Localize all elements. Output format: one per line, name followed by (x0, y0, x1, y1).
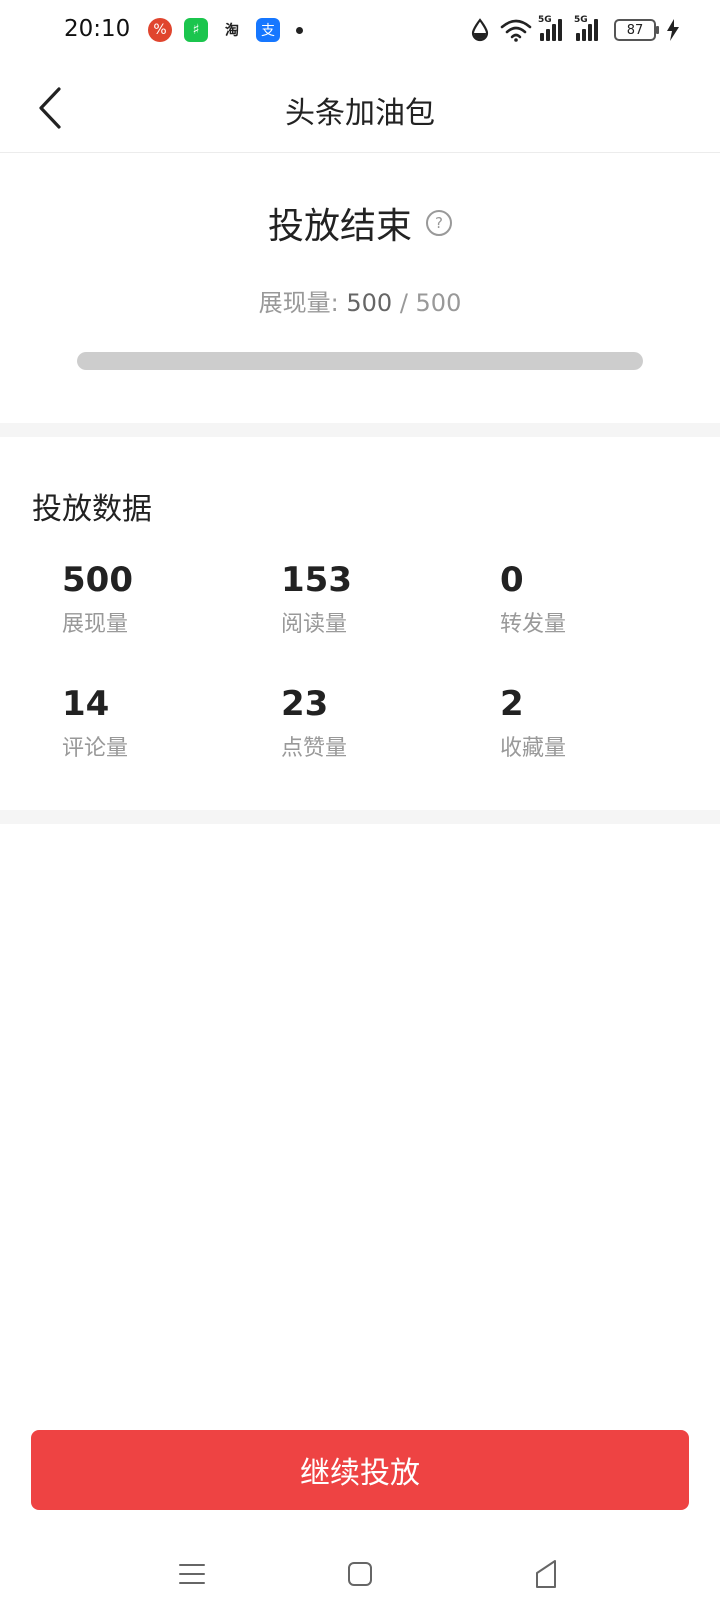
stat-value: 2 (500, 684, 524, 724)
page-title: 头条加油包 (285, 96, 435, 131)
stat-value: 500 (62, 560, 133, 600)
impressions-progress-bar (77, 352, 643, 370)
stat-item: 14 评论量 (62, 684, 262, 762)
nav-header: 头条加油包 (0, 64, 720, 153)
battery-indicator: 87 (614, 19, 659, 41)
wechat-pay-icon: ♯ (184, 18, 208, 42)
stat-value: 0 (500, 560, 524, 600)
stat-label: 转发量 (500, 612, 567, 637)
stat-value: 23 (281, 684, 329, 724)
menu-icon (179, 1564, 205, 1584)
menu-button[interactable] (172, 1554, 212, 1594)
home-button[interactable] (340, 1554, 380, 1594)
continue-delivery-button[interactable]: 继续投放 (31, 1430, 689, 1510)
data-saver-icon (471, 18, 489, 42)
wifi-icon (500, 19, 532, 42)
system-nav-bar (0, 1540, 720, 1612)
impressions-total: 500 (415, 289, 462, 317)
stat-label: 点赞量 (281, 736, 348, 761)
stat-value: 14 (62, 684, 110, 724)
status-time: 20:10 (64, 16, 131, 42)
progress-fill (77, 352, 643, 370)
home-icon (348, 1562, 372, 1586)
stat-item: 153 阅读量 (281, 560, 481, 638)
alipay-icon: 支 (256, 18, 280, 42)
stat-label: 阅读量 (281, 612, 348, 637)
stat-label: 评论量 (62, 736, 129, 761)
charging-icon (667, 19, 679, 41)
stat-item: 0 转发量 (500, 560, 700, 638)
stat-item: 2 收藏量 (500, 684, 700, 762)
back-triangle-icon (536, 1560, 556, 1588)
status-right: 5G 5G 87 (470, 15, 680, 42)
taobao-icon: 淘 (220, 18, 244, 42)
stat-item: 500 展现量 (62, 560, 262, 638)
impressions-progress-text: 展现量: 500 / 500 (258, 289, 462, 317)
delivery-summary: 投放结束 ? 展现量: 500 / 500 (0, 153, 720, 423)
stat-value: 153 (281, 560, 352, 600)
help-icon[interactable]: ? (426, 210, 452, 236)
stat-label: 展现量 (62, 612, 129, 637)
signal-icon-1: 5G (538, 15, 564, 41)
signal-icon-2: 5G (574, 15, 600, 41)
stats-title: 投放数据 (32, 492, 152, 527)
more-notifications-dot (296, 26, 303, 34)
status-title-row: 投放结束 ? (0, 197, 720, 249)
status-bar: 20:10 % ♯ 淘 支 5G 5G 87 (0, 0, 720, 64)
delivery-stats: 投放数据 500 展现量 153 阅读量 0 转发量 14 评论量 23 点赞量… (0, 438, 720, 810)
stat-item: 23 点赞量 (281, 684, 481, 762)
notification-apps: % ♯ 淘 支 (148, 18, 303, 42)
delivery-status-title: 投放结束 (267, 206, 412, 247)
pinduoduo-icon: % (148, 18, 172, 42)
section-divider-1 (0, 423, 720, 437)
page-root: 20:10 % ♯ 淘 支 5G 5G 87 头条加油包 投放结束 ? 展现量:… (0, 0, 720, 1612)
impressions-current: 500 (346, 289, 393, 317)
stat-label: 收藏量 (500, 736, 567, 761)
section-divider-2 (0, 810, 720, 824)
back-nav-button[interactable] (526, 1554, 566, 1594)
